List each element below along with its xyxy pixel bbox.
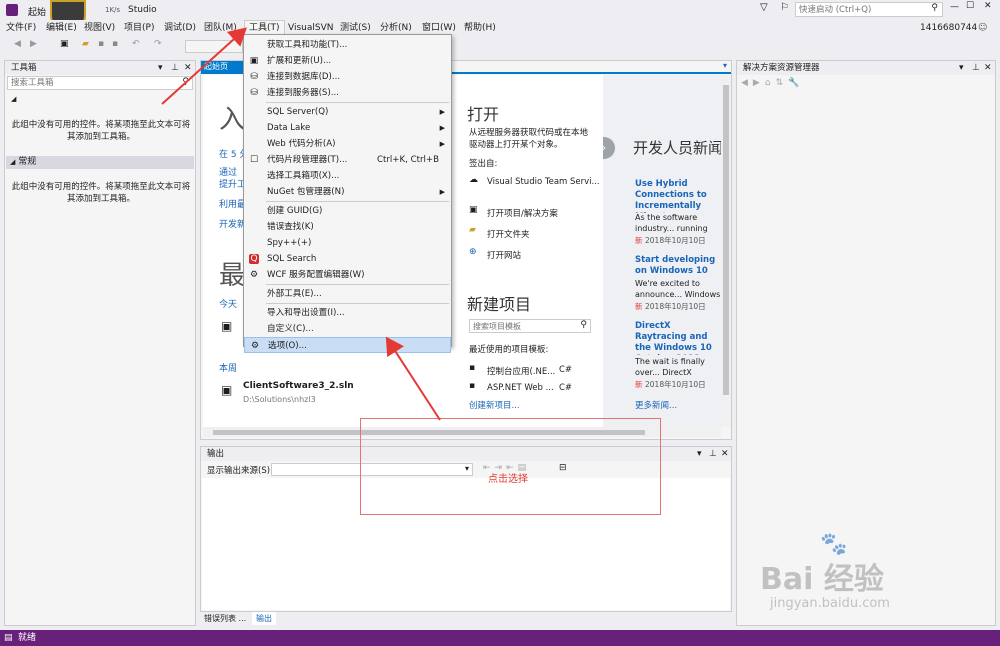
- baidu-watermark: 🐾 Bai 经验 jingyan.baidu.com: [760, 532, 990, 620]
- arrow-to-options-item: [385, 336, 441, 421]
- watermark-brand: Bai 经验: [760, 562, 884, 597]
- status-icon: ▤: [4, 633, 13, 643]
- status-bar: ▤ 就绪: [0, 630, 1000, 646]
- watermark-url: jingyan.baidu.com: [770, 596, 890, 611]
- status-text: 就绪: [18, 633, 37, 643]
- arrow-to-tools-menu: [161, 27, 247, 105]
